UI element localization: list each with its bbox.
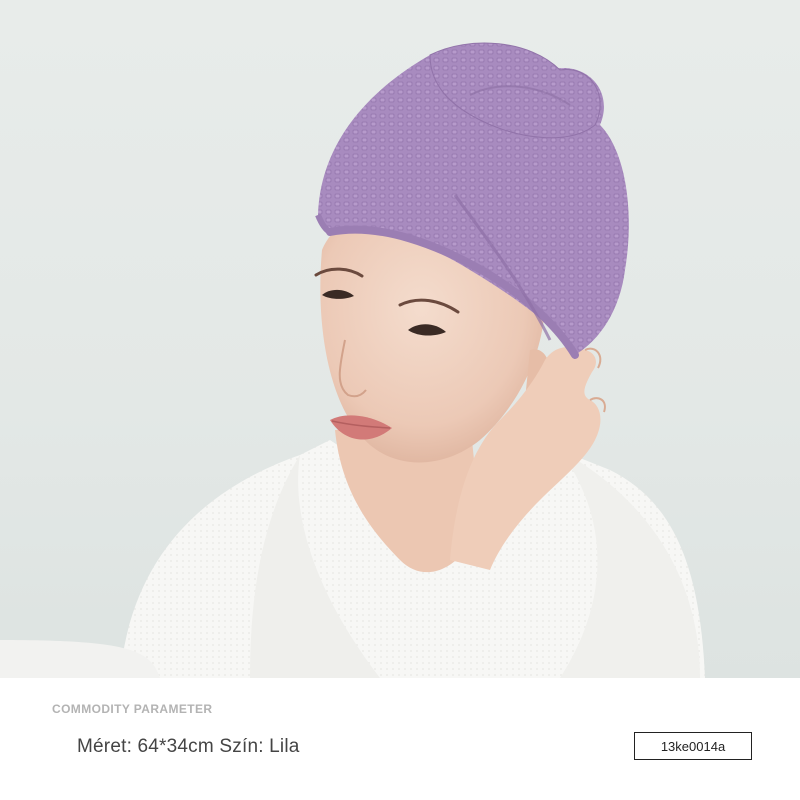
product-illustration xyxy=(0,42,705,678)
sku-badge: 13ke0014a xyxy=(634,732,752,760)
section-title: COMMODITY PARAMETER xyxy=(52,702,213,716)
product-photo xyxy=(0,0,800,678)
spec-line: Méret: 64*34cm Szín: Lila xyxy=(77,736,300,757)
